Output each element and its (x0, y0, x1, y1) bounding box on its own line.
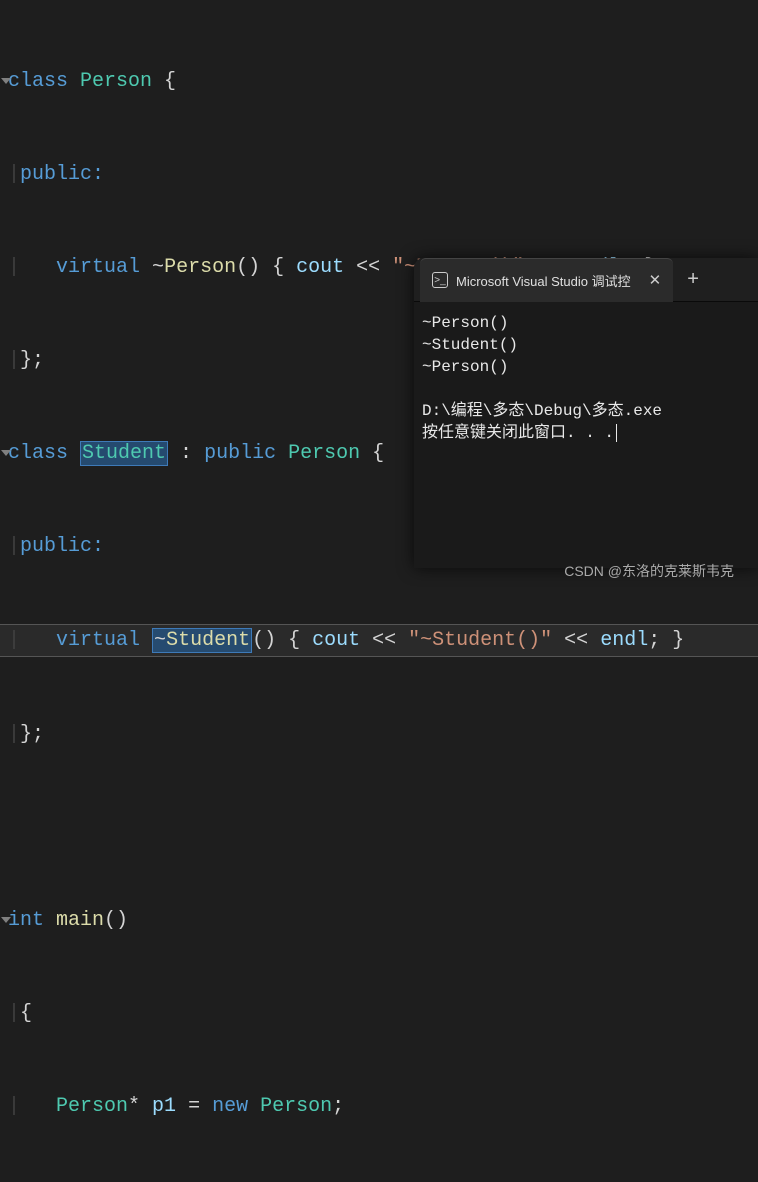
keyword-public: public: (20, 163, 104, 186)
close-icon[interactable]: ✕ (649, 271, 662, 289)
keyword-int: int (8, 909, 44, 932)
new-tab-button[interactable]: + (673, 268, 713, 291)
output-line: ~Person() (422, 358, 508, 376)
keyword-class: class (8, 70, 68, 93)
type-name-highlighted: Student (80, 441, 168, 466)
cursor (616, 424, 617, 442)
keyword-public: public: (20, 535, 104, 558)
code-line[interactable]: int main() (0, 905, 758, 936)
code-line[interactable]: class Person { (0, 66, 758, 97)
code-line-empty[interactable] (0, 812, 758, 843)
terminal-tab[interactable]: >_ Microsoft Visual Studio 调试控 ✕ (420, 258, 673, 302)
code-line-active[interactable]: | virtual ~Student() { cout << "~Student… (0, 624, 758, 657)
output-line: ~Student() (422, 336, 518, 354)
terminal-icon: >_ (432, 272, 448, 288)
code-line[interactable]: |public: (0, 159, 758, 190)
keyword-class: class (8, 442, 68, 465)
function-main: main (44, 909, 104, 932)
output-line: ~Person() (422, 314, 508, 332)
code-line[interactable]: |{ (0, 998, 758, 1029)
output-prompt: 按任意键关闭此窗口. . . (422, 424, 614, 442)
keyword-virtual: virtual (56, 256, 140, 279)
watermark: CSDN @东洛的克莱斯韦克 (564, 561, 734, 581)
code-editor[interactable]: class Person { |public: | virtual ~Perso… (0, 0, 758, 1182)
terminal-tab-title: Microsoft Visual Studio 调试控 (456, 271, 631, 290)
string-literal: "~Student()" (408, 629, 552, 652)
keyword-virtual: virtual (56, 629, 140, 652)
code-line[interactable]: | Person* p1 = new Person; (0, 1091, 758, 1122)
code-line[interactable]: |}; (0, 719, 758, 750)
type-name: Person (80, 70, 152, 93)
debug-console-window: >_ Microsoft Visual Studio 调试控 ✕ + ~Pers… (414, 258, 758, 568)
destructor: Student (166, 629, 250, 652)
destructor: Person (164, 256, 236, 279)
output-path: D:\编程\多态\Debug\多态.exe (422, 402, 662, 420)
terminal-tabbar: >_ Microsoft Visual Studio 调试控 ✕ + (414, 258, 758, 302)
terminal-output[interactable]: ~Person() ~Student() ~Person() D:\编程\多态\… (414, 302, 758, 454)
